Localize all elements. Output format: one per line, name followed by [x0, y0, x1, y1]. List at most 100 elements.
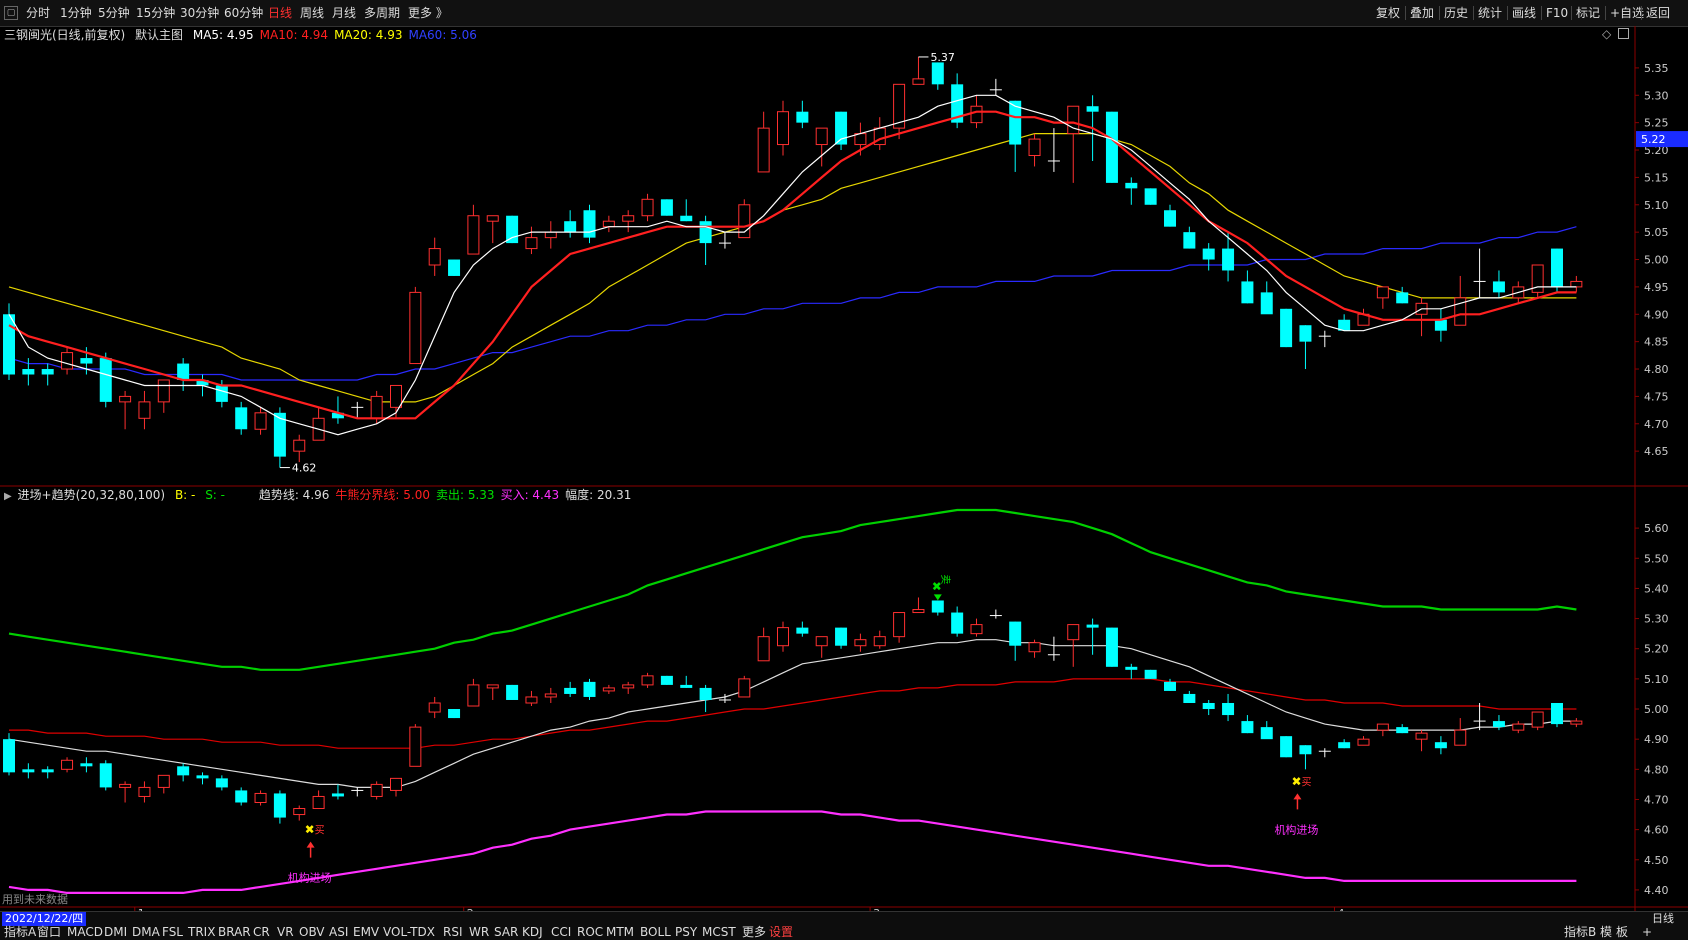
- period-tab-1[interactable]: 1分钟: [60, 0, 92, 26]
- toolbar-button-2[interactable]: 历史: [1444, 0, 1468, 26]
- main-candle: [80, 358, 93, 364]
- toolbar-button-6[interactable]: 标记: [1576, 0, 1600, 26]
- main-candle: [1570, 280, 1583, 288]
- indicator-tab-15[interactable]: WR: [469, 924, 489, 940]
- indicator-tab-11[interactable]: ASI: [329, 924, 348, 940]
- expand-icon[interactable]: ▶: [4, 491, 12, 502]
- main-candle: [390, 384, 402, 408]
- indicator-values: 趋势线: 4.96 牛熊分界线: 5.00 卖出: 5.33 买入: 4.43 幅度: …: [259, 488, 638, 502]
- main-candle: [1144, 188, 1157, 205]
- sub-candle: [1086, 624, 1099, 628]
- menu-icon[interactable]: ▢: [4, 6, 18, 20]
- indicator-tab-9[interactable]: VR: [277, 924, 294, 940]
- sub-candle: [1222, 702, 1235, 716]
- main-candle: [1202, 248, 1215, 260]
- main-candle: [235, 407, 248, 430]
- entry-label: 机构进场: [1274, 822, 1318, 836]
- indicator-tab-3[interactable]: DMI: [104, 924, 127, 940]
- indicator-tab-21[interactable]: BOLL: [640, 924, 671, 940]
- diamond-icon[interactable]: ◇: [1602, 27, 1611, 41]
- indicator-tab-6[interactable]: TRIX: [188, 924, 215, 940]
- indicator-tab-20[interactable]: MTM: [606, 924, 634, 940]
- main-candle: [1086, 106, 1099, 112]
- indicator-tab-24[interactable]: 更多: [742, 924, 766, 940]
- toolbar-button-5[interactable]: F10: [1546, 0, 1568, 26]
- sub-candle: [699, 687, 712, 700]
- indicator-tab-23[interactable]: MCST: [702, 924, 736, 940]
- period-tab-7[interactable]: 周线: [300, 0, 324, 26]
- indicator-tab-14[interactable]: RSI: [443, 924, 463, 940]
- indicator-tab-4[interactable]: DMA: [132, 924, 160, 940]
- period-tab-8[interactable]: 月线: [332, 0, 356, 26]
- right-tab-0[interactable]: 指标B: [1564, 924, 1596, 940]
- indicator-tab-19[interactable]: ROC: [577, 924, 603, 940]
- period-tab-5[interactable]: 60分钟: [224, 0, 263, 26]
- toolbar-button-4[interactable]: 画线: [1512, 0, 1536, 26]
- ma5-line: [8, 94, 1577, 436]
- toolbar-button-8[interactable]: 返回: [1646, 0, 1670, 26]
- stock-title[interactable]: 三钢闽光(日线,前复权): [4, 28, 125, 42]
- collapse-icon[interactable]: [1618, 28, 1629, 39]
- period-tab-3[interactable]: 15分钟: [136, 0, 175, 26]
- sub-candle: [1009, 621, 1022, 646]
- indicator-tab-12[interactable]: EMV: [353, 924, 379, 940]
- toolbar-separator: [1571, 6, 1572, 20]
- indicator-tab-17[interactable]: KDJ: [522, 924, 543, 940]
- indicator-tab-0[interactable]: 指标A: [4, 924, 36, 940]
- ma60-line: [8, 226, 1577, 381]
- main-axis-label: 5.00: [1644, 254, 1669, 267]
- indicator-tab-16[interactable]: SAR: [494, 924, 518, 940]
- indicator-tab-8[interactable]: CR: [253, 924, 270, 940]
- toolbar-button-3[interactable]: 统计: [1478, 0, 1502, 26]
- indicator-title[interactable]: 进场+趋势(20,32,80,100): [18, 488, 166, 502]
- indicator-tab-22[interactable]: PSY: [675, 924, 697, 940]
- sub-candle: [680, 684, 693, 688]
- sub-candle: [796, 627, 809, 634]
- toolbar-separator: [1541, 6, 1542, 20]
- sub-candle: [157, 774, 170, 788]
- indicator-tab-25[interactable]: 设置: [769, 924, 793, 940]
- toolbar-button-0[interactable]: 复权: [1376, 0, 1400, 26]
- indicator-tab-13[interactable]: VOL-TDX: [383, 924, 435, 940]
- top-toolbar: ▢ 分时 1分钟 5分钟 15分钟 30分钟 60分钟 日线 周线 月线 多周期 更多 》 复权 叠加历…: [0, 0, 1688, 27]
- sub-candle: [61, 759, 74, 770]
- buy-signal-text: 买: [315, 825, 325, 837]
- sub-candle: [970, 624, 983, 635]
- indicator-tab-18[interactable]: CCI: [551, 924, 571, 940]
- indicator-tab-1[interactable]: 窗口: [37, 924, 61, 940]
- right-tab-2[interactable]: 板: [1616, 924, 1628, 940]
- sub-candle: [1299, 745, 1312, 755]
- sub-candle: [177, 766, 190, 776]
- sub-axis-label: 4.80: [1644, 763, 1669, 776]
- sub-candle: [873, 636, 886, 647]
- period-tab-10[interactable]: 更多 》: [408, 0, 448, 26]
- toolbar-button-7[interactable]: +自选: [1610, 0, 1644, 26]
- sub-candle: [467, 684, 480, 707]
- right-tab-1[interactable]: 模: [1600, 924, 1612, 940]
- buy-arrow-icon: [306, 841, 315, 848]
- period-tab-9[interactable]: 多周期: [364, 0, 400, 26]
- indicator-tab-7[interactable]: BRAR: [218, 924, 251, 940]
- period-tab-0[interactable]: 分时: [26, 0, 50, 26]
- toolbar-button-1[interactable]: 叠加: [1410, 0, 1434, 26]
- period-tab-4[interactable]: 30分钟: [180, 0, 219, 26]
- sell-line: [8, 508, 1577, 671]
- indicator-tab-10[interactable]: OBV: [299, 924, 325, 940]
- sub-candle: [41, 769, 54, 773]
- toolbar-separator: [1507, 6, 1508, 20]
- chart-area: 1234 5.374.62 ✖买机构进场卖✖✖买机构进场 5.355.305.2…: [0, 26, 1688, 911]
- day-button[interactable]: 日线: [1652, 912, 1674, 926]
- sub-axis-label: 5.30: [1644, 613, 1669, 626]
- sub-candle: [1280, 736, 1293, 758]
- right-tab-3[interactable]: +: [1642, 924, 1652, 940]
- chart-name[interactable]: 默认主图: [135, 28, 183, 42]
- main-candle: [22, 369, 35, 375]
- sub-candle: [602, 687, 615, 692]
- period-tab-2[interactable]: 5分钟: [98, 0, 130, 26]
- indicator-tab-5[interactable]: FSL: [162, 924, 183, 940]
- indicator-tab-2[interactable]: MACD: [67, 924, 103, 940]
- sub-candle: [331, 793, 344, 797]
- sub-candle: [138, 786, 151, 797]
- buy-signal-mark: ✖: [1291, 774, 1301, 788]
- period-tab-6[interactable]: 日线: [268, 0, 292, 26]
